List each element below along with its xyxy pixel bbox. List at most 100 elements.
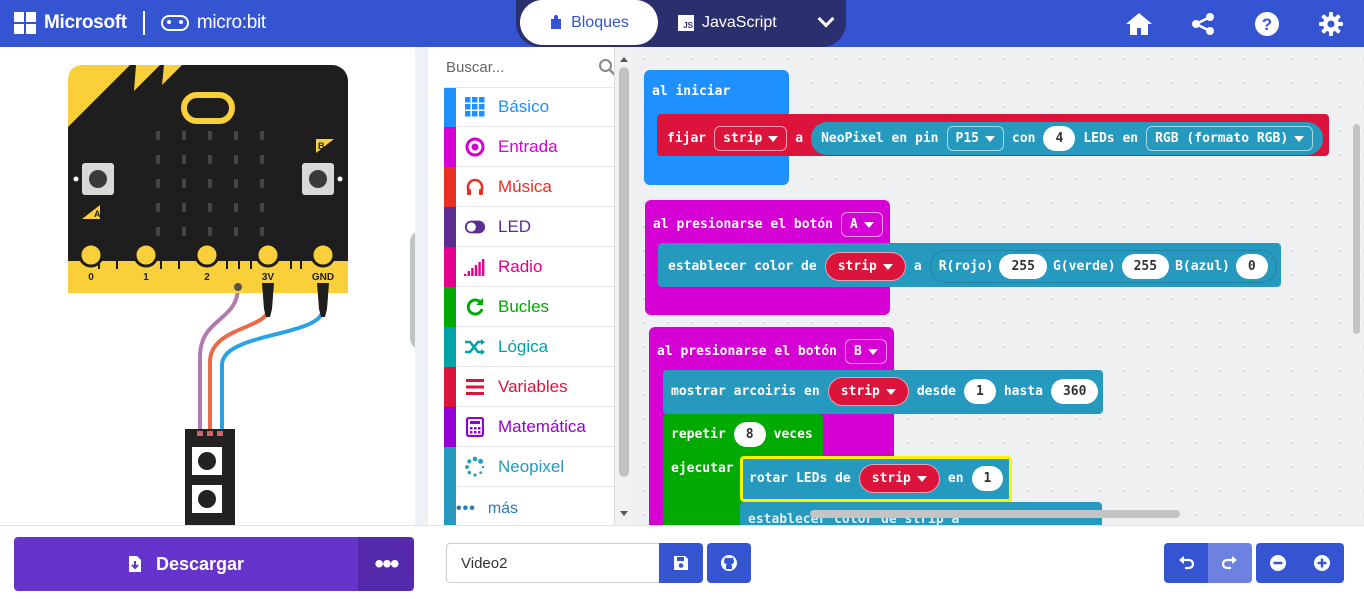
zoom-in-button[interactable] bbox=[1300, 543, 1344, 583]
github-icon bbox=[721, 555, 737, 571]
toolbox-category-radio[interactable]: Radio bbox=[444, 247, 625, 287]
download-label: Descargar bbox=[155, 553, 245, 574]
r-input[interactable]: 255 bbox=[999, 254, 1047, 279]
on-button-label: al presionarse el botón bbox=[657, 344, 838, 359]
toolbox-category-basico[interactable]: Básico bbox=[444, 87, 625, 128]
toolbox-category-bucles[interactable]: Bucles bbox=[444, 287, 625, 327]
zoom-in-icon bbox=[1314, 555, 1330, 571]
download-button[interactable]: Descargar bbox=[14, 537, 358, 591]
set-strip-block[interactable]: fijar strip a NeoPixel en pin P15 con 4 … bbox=[657, 114, 1329, 156]
toolbox-category-matematica[interactable]: Matemática bbox=[444, 407, 625, 447]
toolbox-category-entrada[interactable]: Entrada bbox=[444, 127, 625, 167]
redo-button[interactable] bbox=[1208, 543, 1252, 583]
times-input[interactable]: 8 bbox=[733, 422, 766, 447]
b-label: B(azul) bbox=[1175, 259, 1230, 274]
variable-name: strip bbox=[837, 259, 877, 274]
workspace-vertical-scrollbar[interactable] bbox=[1353, 124, 1360, 334]
signal-icon bbox=[464, 256, 486, 278]
more-dots-icon: ••• bbox=[456, 500, 476, 517]
button-dropdown[interactable]: B bbox=[845, 339, 887, 364]
to-input[interactable]: 360 bbox=[1050, 379, 1099, 404]
variable-dropdown[interactable]: strip bbox=[714, 126, 788, 151]
toolbox-scrollbar[interactable] bbox=[614, 47, 632, 525]
share-icon bbox=[1192, 13, 1214, 35]
category-color-stripe bbox=[444, 447, 456, 487]
b-input[interactable]: 0 bbox=[1235, 254, 1268, 279]
neopixel-create-block[interactable]: NeoPixel en pin P15 con 4 LEDs en RGB (f… bbox=[811, 122, 1324, 155]
toolbox: Buscar... Básico Entrada Música LED Radio Buc… bbox=[415, 47, 625, 525]
settings-icon bbox=[1319, 12, 1343, 36]
rotate-leds-block[interactable]: rotar LEDs de strip en 1 bbox=[740, 456, 1012, 502]
mode-dropdown[interactable]: RGB (formato RGB) bbox=[1146, 126, 1314, 151]
chevron-down-icon[interactable] bbox=[817, 10, 835, 28]
calculator-icon bbox=[464, 416, 486, 438]
save-button[interactable] bbox=[659, 543, 703, 583]
set-color-block[interactable]: establecer color de strip a R(rojo) 255 … bbox=[658, 243, 1281, 287]
bottom-bar: Descargar ••• bbox=[0, 525, 1364, 599]
brand[interactable]: Microsoft micro:bit bbox=[14, 11, 266, 35]
javascript-mode-button[interactable]: JS JavaScript bbox=[678, 0, 777, 45]
button-a-label: A bbox=[94, 209, 101, 219]
variable-dropdown[interactable]: strip bbox=[827, 377, 909, 406]
toolbox-category-label: Música bbox=[498, 176, 552, 196]
workspace-horizontal-scrollbar[interactable] bbox=[810, 510, 1180, 518]
blocks-mode-button[interactable]: Bloques bbox=[520, 0, 658, 45]
from-input[interactable]: 1 bbox=[964, 379, 996, 404]
set-color-label: establecer color de bbox=[668, 259, 817, 274]
pin-gnd bbox=[310, 242, 336, 268]
toolbox-scroll-thumb[interactable] bbox=[619, 67, 629, 477]
home-button[interactable] bbox=[1124, 9, 1154, 39]
show-rainbow-block[interactable]: mostrar arcoiris en strip desde 1 hasta … bbox=[663, 370, 1103, 414]
scroll-down-icon[interactable] bbox=[619, 510, 629, 518]
category-color-stripe bbox=[444, 88, 456, 128]
project-name-input[interactable] bbox=[446, 543, 659, 583]
toolbox-category-logica[interactable]: Lógica bbox=[444, 327, 625, 367]
spinner-icon bbox=[464, 456, 486, 478]
github-button[interactable] bbox=[707, 543, 751, 583]
zoom-out-icon bbox=[1270, 555, 1286, 571]
brand-microbit: micro:bit bbox=[196, 12, 266, 33]
share-button[interactable] bbox=[1188, 9, 1218, 39]
category-color-stripe bbox=[444, 327, 456, 367]
button-dropdown[interactable]: A bbox=[841, 212, 883, 237]
javascript-mode-label: JavaScript bbox=[702, 13, 777, 31]
variable-dropdown[interactable]: strip bbox=[824, 252, 906, 281]
offset-input[interactable]: 1 bbox=[971, 466, 1004, 491]
undo-button[interactable] bbox=[1164, 543, 1208, 583]
svg-text:?: ? bbox=[1262, 15, 1272, 34]
toolbox-category-neopixel[interactable]: Neopixel bbox=[444, 447, 625, 487]
microbit-simulator[interactable]: A B 0 1 2 3V GND bbox=[0, 47, 415, 525]
rgb-block[interactable]: R(rojo) 255 G(verde) 255 B(azul) 0 bbox=[929, 250, 1277, 283]
toolbox-category-musica[interactable]: Música bbox=[444, 167, 625, 207]
pin-value: P15 bbox=[955, 131, 979, 146]
pin-dropdown[interactable]: P15 bbox=[946, 126, 1004, 151]
toolbox-category-label: Lógica bbox=[498, 336, 549, 356]
grid-icon bbox=[464, 96, 486, 118]
pin-1 bbox=[133, 242, 159, 268]
to-label: hasta bbox=[1003, 384, 1043, 399]
variable-dropdown[interactable]: strip bbox=[858, 464, 940, 493]
from-label: desde bbox=[916, 384, 956, 399]
headphones-icon bbox=[464, 176, 486, 198]
led-count-input[interactable]: 4 bbox=[1043, 126, 1076, 151]
zoom-out-button[interactable] bbox=[1256, 543, 1300, 583]
download-icon bbox=[128, 556, 141, 572]
pin-0 bbox=[78, 242, 104, 268]
toolbox-more[interactable]: ••• más bbox=[456, 494, 518, 524]
toolbox-category-led[interactable]: LED bbox=[444, 207, 625, 247]
help-button[interactable]: ? bbox=[1252, 9, 1282, 39]
toolbox-category-label: Bucles bbox=[498, 296, 550, 316]
toolbox-search[interactable]: Buscar... bbox=[428, 47, 628, 87]
more-icon: ••• bbox=[374, 548, 399, 579]
g-input[interactable]: 255 bbox=[1121, 254, 1170, 279]
dropdown-arrow-icon bbox=[863, 221, 874, 228]
search-input[interactable]: Buscar... bbox=[446, 59, 504, 76]
pin-2 bbox=[194, 242, 220, 268]
settings-button[interactable] bbox=[1316, 9, 1346, 39]
blocks-workspace[interactable]: al iniciar fijar strip a NeoPixel en pin… bbox=[632, 47, 1364, 525]
editor-mode-switch: Bloques JS JavaScript bbox=[516, 0, 846, 47]
download-more-button[interactable]: ••• bbox=[358, 537, 414, 591]
toolbox-category-variables[interactable]: Variables bbox=[444, 367, 625, 407]
scroll-up-icon[interactable] bbox=[619, 55, 629, 63]
toolbox-category-label: Radio bbox=[498, 256, 543, 276]
